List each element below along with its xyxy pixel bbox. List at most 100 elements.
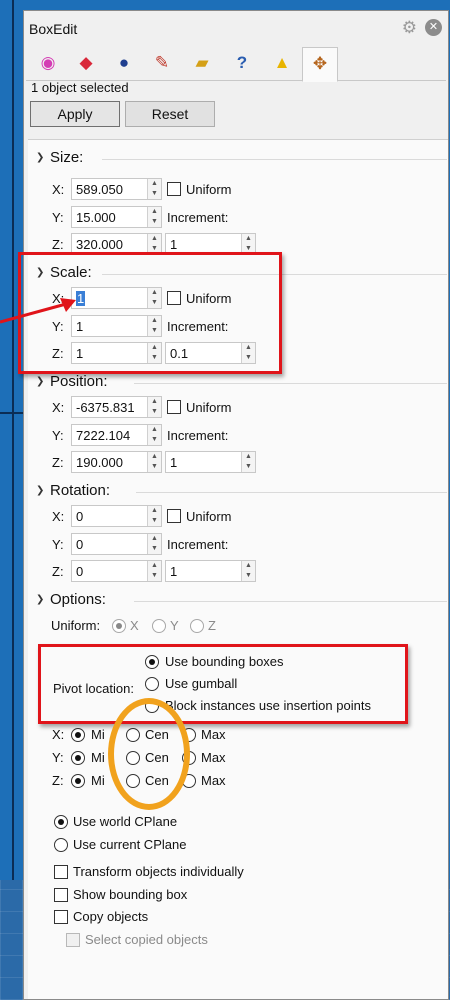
help-icon: ? <box>236 53 248 72</box>
tab-properties[interactable]: ◉ <box>30 47 66 81</box>
size-y-value: 15.000 <box>76 210 116 225</box>
uniform-x-radio[interactable] <box>112 619 126 633</box>
size-z-stepper[interactable]: ▲ ▼ <box>147 234 161 254</box>
axis-x-min-radio[interactable] <box>71 728 85 742</box>
position-increment-stepper[interactable]: ▲ ▼ <box>241 452 255 472</box>
axis-z-max-label: Max <box>201 773 226 788</box>
size-header[interactable]: ❯ Size: <box>36 149 83 166</box>
arrow-down-icon[interactable]: ▼ <box>148 462 161 472</box>
arrow-down-icon[interactable]: ▼ <box>242 462 255 472</box>
size-x-stepper[interactable]: ▲ ▼ <box>147 179 161 199</box>
tab-files[interactable]: ▰ <box>184 47 220 81</box>
rotation-y-input[interactable]: 0 ▲ ▼ <box>71 533 162 555</box>
center-highlight-ellipse <box>108 698 190 810</box>
uniform-z-radio[interactable] <box>190 619 204 633</box>
tab-notifications[interactable]: ▲ <box>264 47 300 81</box>
gear-icon[interactable]: ⚙ <box>402 18 417 38</box>
rotation-increment-input[interactable]: 1 ▲ ▼ <box>165 560 256 582</box>
options-divider <box>134 601 447 602</box>
rotation-y-stepper[interactable]: ▲ ▼ <box>147 534 161 554</box>
tab-material[interactable]: ◆ <box>68 47 104 81</box>
size-x-input[interactable]: 589.050 ▲ ▼ <box>71 178 162 200</box>
rotation-x-stepper[interactable]: ▲ ▼ <box>147 506 161 526</box>
rotation-uniform-label: Uniform <box>186 509 232 524</box>
size-title: Size: <box>50 149 84 166</box>
tab-environment[interactable]: ● <box>106 47 142 81</box>
red-arrow-annotation <box>0 298 76 324</box>
arrow-up-icon[interactable]: ▲ <box>148 179 161 189</box>
arrow-down-icon[interactable]: ▼ <box>148 217 161 227</box>
position-y-input[interactable]: 7222.104 ▲ ▼ <box>71 424 162 446</box>
size-increment-stepper[interactable]: ▲ ▼ <box>241 234 255 254</box>
tab-help[interactable]: ? <box>224 47 260 81</box>
size-y-label: Y: <box>52 210 64 225</box>
axis-y-min-radio[interactable] <box>71 751 85 765</box>
size-x-label: X: <box>52 182 65 197</box>
title-bar: BoxEdit ⚙ ✕ <box>24 11 448 45</box>
rotation-z-input[interactable]: 0 ▲ ▼ <box>71 560 162 582</box>
arrow-up-icon[interactable]: ▲ <box>242 234 255 244</box>
arrow-down-icon[interactable]: ▼ <box>148 435 161 445</box>
current-cplane-radio[interactable] <box>54 838 68 852</box>
arrow-up-icon[interactable]: ▲ <box>148 425 161 435</box>
reset-button[interactable]: Reset <box>125 101 215 127</box>
world-cplane-radio[interactable] <box>54 815 68 829</box>
size-y-stepper[interactable]: ▲ ▼ <box>147 207 161 227</box>
position-uniform-label: Uniform <box>186 400 232 415</box>
arrow-up-icon[interactable]: ▲ <box>242 561 255 571</box>
axis-z-label: Z: <box>52 773 64 788</box>
arrow-down-icon[interactable]: ▼ <box>148 571 161 581</box>
position-z-input[interactable]: 190.000 ▲ ▼ <box>71 451 162 473</box>
position-header[interactable]: ❯ Position: <box>36 373 108 390</box>
position-x-input[interactable]: -6375.831 ▲ ▼ <box>71 396 162 418</box>
position-increment-input[interactable]: 1 ▲ ▼ <box>165 451 256 473</box>
tab-layers[interactable]: ✎ <box>144 47 180 81</box>
tab-boxedit[interactable]: ✥ <box>302 47 338 82</box>
position-z-stepper[interactable]: ▲ ▼ <box>147 452 161 472</box>
arrow-down-icon[interactable]: ▼ <box>242 571 255 581</box>
position-increment-label: Increment: <box>167 428 229 443</box>
copy-objects-checkbox[interactable] <box>54 910 68 924</box>
position-uniform-checkbox[interactable] <box>167 400 181 414</box>
position-y-stepper[interactable]: ▲ ▼ <box>147 425 161 445</box>
size-uniform-checkbox[interactable] <box>167 182 181 196</box>
boxedit-panel: BoxEdit ⚙ ✕ ◉ ◆ ● ✎ ▰ ? ▲ ✥ 1 object sel… <box>23 10 449 1000</box>
axis-z-min-label: Mi <box>91 773 105 788</box>
rotation-increment-label: Increment: <box>167 537 229 552</box>
arrow-up-icon[interactable]: ▲ <box>148 234 161 244</box>
rotation-increment-value: 1 <box>170 564 178 579</box>
arrow-up-icon[interactable]: ▲ <box>148 534 161 544</box>
options-header[interactable]: ❯ Options: <box>36 591 106 608</box>
arrow-up-icon[interactable]: ▲ <box>148 452 161 462</box>
arrow-up-icon[interactable]: ▲ <box>148 397 161 407</box>
axis-z-min-radio[interactable] <box>71 774 85 788</box>
arrow-up-icon[interactable]: ▲ <box>148 207 161 217</box>
rotation-x-input[interactable]: 0 ▲ ▼ <box>71 505 162 527</box>
rotation-header[interactable]: ❯ Rotation: <box>36 482 110 499</box>
apply-button[interactable]: Apply <box>30 101 120 127</box>
environment-icon: ● <box>118 53 130 72</box>
uniform-y-radio[interactable] <box>152 619 166 633</box>
rotation-increment-stepper[interactable]: ▲ ▼ <box>241 561 255 581</box>
arrow-up-icon[interactable]: ▲ <box>148 561 161 571</box>
arrow-up-icon[interactable]: ▲ <box>148 506 161 516</box>
arrow-up-icon[interactable]: ▲ <box>242 452 255 462</box>
show-bounding-box-checkbox[interactable] <box>54 888 68 902</box>
transform-individually-checkbox[interactable] <box>54 865 68 879</box>
arrow-down-icon[interactable]: ▼ <box>148 544 161 554</box>
arrow-down-icon[interactable]: ▼ <box>148 407 161 417</box>
close-icon[interactable]: ✕ <box>425 19 442 36</box>
arrow-down-icon[interactable]: ▼ <box>148 516 161 526</box>
axis-y-label: Y: <box>52 750 64 765</box>
rotation-z-stepper[interactable]: ▲ ▼ <box>147 561 161 581</box>
arrow-down-icon[interactable]: ▼ <box>148 189 161 199</box>
viewport-edge-line <box>12 0 14 1000</box>
rotation-uniform-checkbox[interactable] <box>167 509 181 523</box>
position-x-stepper[interactable]: ▲ ▼ <box>147 397 161 417</box>
size-uniform-label: Uniform <box>186 182 232 197</box>
copy-objects-label: Copy objects <box>73 909 149 924</box>
uniform-x-label: X <box>130 618 139 633</box>
size-y-input[interactable]: 15.000 ▲ ▼ <box>71 206 162 228</box>
select-copied-checkbox[interactable] <box>66 933 80 947</box>
panel-title: BoxEdit <box>29 21 78 37</box>
